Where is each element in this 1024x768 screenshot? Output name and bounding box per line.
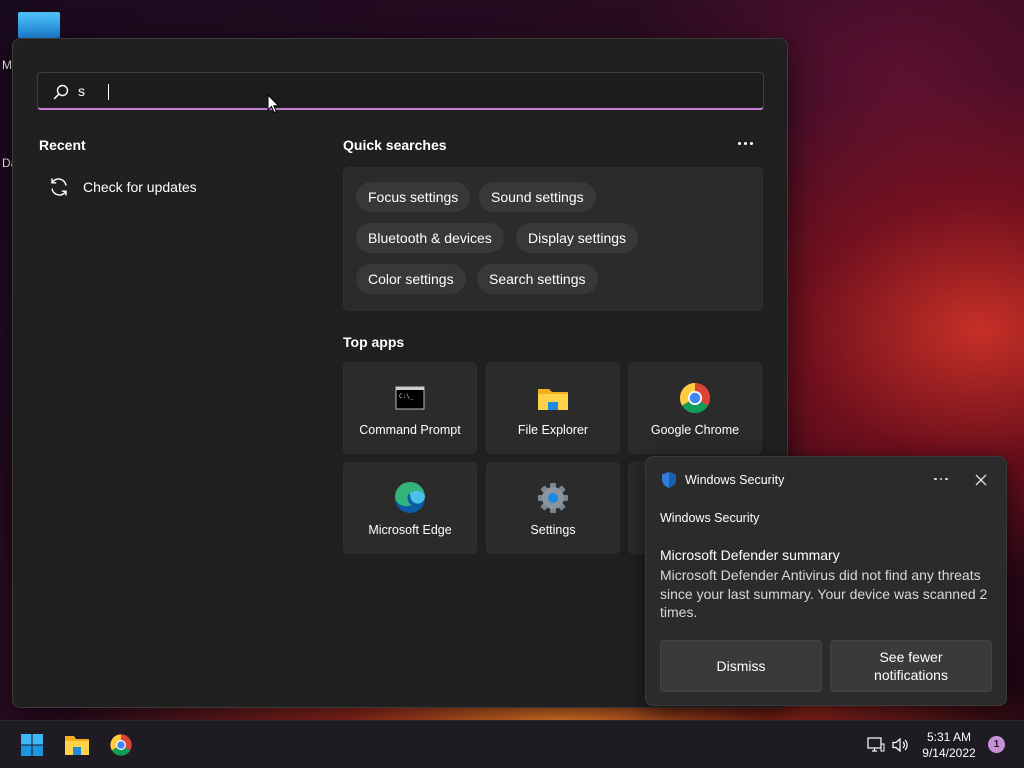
edge-icon — [394, 481, 425, 513]
refresh-icon — [51, 178, 67, 196]
chip-bluetooth-devices[interactable]: Bluetooth & devices — [356, 223, 504, 253]
notification-headline: Microsoft Defender summary — [660, 547, 840, 563]
app-tile-settings[interactable]: Settings — [486, 462, 620, 554]
chip-focus-settings[interactable]: Focus settings — [356, 182, 471, 212]
search-input[interactable] — [78, 77, 738, 105]
chrome-icon — [110, 734, 132, 756]
search-box[interactable] — [37, 72, 764, 110]
button-label-line: notifications — [874, 667, 948, 683]
gear-icon — [538, 483, 568, 513]
app-tile-label: File Explorer — [517, 423, 589, 437]
app-tile-google-chrome[interactable]: Google Chrome — [628, 362, 762, 454]
taskbar-file-explorer[interactable] — [57, 729, 97, 761]
app-tile-label: Microsoft Edge — [368, 523, 452, 537]
command-prompt-icon: C:\_ — [395, 386, 425, 410]
close-icon[interactable] — [972, 471, 990, 489]
svg-text:C:\_: C:\_ — [399, 393, 414, 400]
app-tile-file-explorer[interactable]: File Explorer — [486, 362, 620, 454]
recent-item-check-for-updates[interactable]: Check for updates — [39, 172, 309, 202]
folder-icon — [538, 389, 568, 410]
see-fewer-notifications-button[interactable]: See fewer notifications — [830, 640, 992, 692]
notification-toast: Windows Security Windows Security Micros… — [645, 456, 1007, 706]
windows-start-icon — [21, 734, 43, 756]
chip-search-settings[interactable]: Search settings — [477, 264, 598, 294]
recent-item-label: Check for updates — [83, 179, 197, 195]
app-tile-label: Settings — [530, 523, 576, 537]
button-label-line: See fewer — [879, 649, 943, 665]
app-tile-label: Command Prompt — [359, 423, 461, 437]
top-apps-title: Top apps — [343, 334, 405, 350]
chrome-icon — [679, 383, 711, 414]
chip-display-settings[interactable]: Display settings — [516, 223, 639, 253]
chip-color-settings[interactable]: Color settings — [356, 264, 466, 294]
volume-icon[interactable] — [890, 735, 910, 755]
more-options-icon[interactable] — [733, 135, 757, 151]
quick-searches-panel: Focus settings Sound settings Bluetooth … — [343, 167, 763, 311]
quick-searches-title: Quick searches — [343, 137, 447, 153]
text-caret — [108, 84, 109, 100]
app-tile-label: Google Chrome — [650, 423, 740, 437]
mouse-pointer-icon — [267, 94, 280, 114]
system-clock[interactable]: 5:31 AM 9/14/2022 — [914, 729, 984, 761]
taskbar-chrome[interactable] — [101, 729, 141, 761]
network-icon[interactable] — [866, 735, 886, 755]
file-explorer-icon — [65, 736, 89, 755]
start-button[interactable] — [12, 729, 52, 761]
clock-time: 5:31 AM — [926, 730, 972, 744]
notification-subtitle: Windows Security — [660, 511, 760, 525]
search-icon — [53, 84, 69, 100]
app-tile-command-prompt[interactable]: C:\_ Command Prompt — [343, 362, 477, 454]
recent-title: Recent — [39, 137, 86, 153]
taskbar: 5:31 AM 9/14/2022 1 — [0, 720, 1024, 768]
notification-count-badge[interactable]: 1 — [988, 736, 1005, 753]
notification-app-name: Windows Security — [685, 473, 785, 487]
notification-body: Microsoft Defender Antivirus did not fin… — [660, 567, 988, 620]
desktop-label: M — [2, 58, 12, 72]
dismiss-button[interactable]: Dismiss — [660, 640, 822, 692]
notification-more-icon[interactable] — [930, 471, 952, 487]
chip-sound-settings[interactable]: Sound settings — [479, 182, 596, 212]
desktop-icon[interactable] — [18, 12, 60, 38]
shield-icon — [662, 472, 676, 488]
clock-date: 9/14/2022 — [922, 746, 976, 760]
app-tile-microsoft-edge[interactable]: Microsoft Edge — [343, 462, 477, 554]
